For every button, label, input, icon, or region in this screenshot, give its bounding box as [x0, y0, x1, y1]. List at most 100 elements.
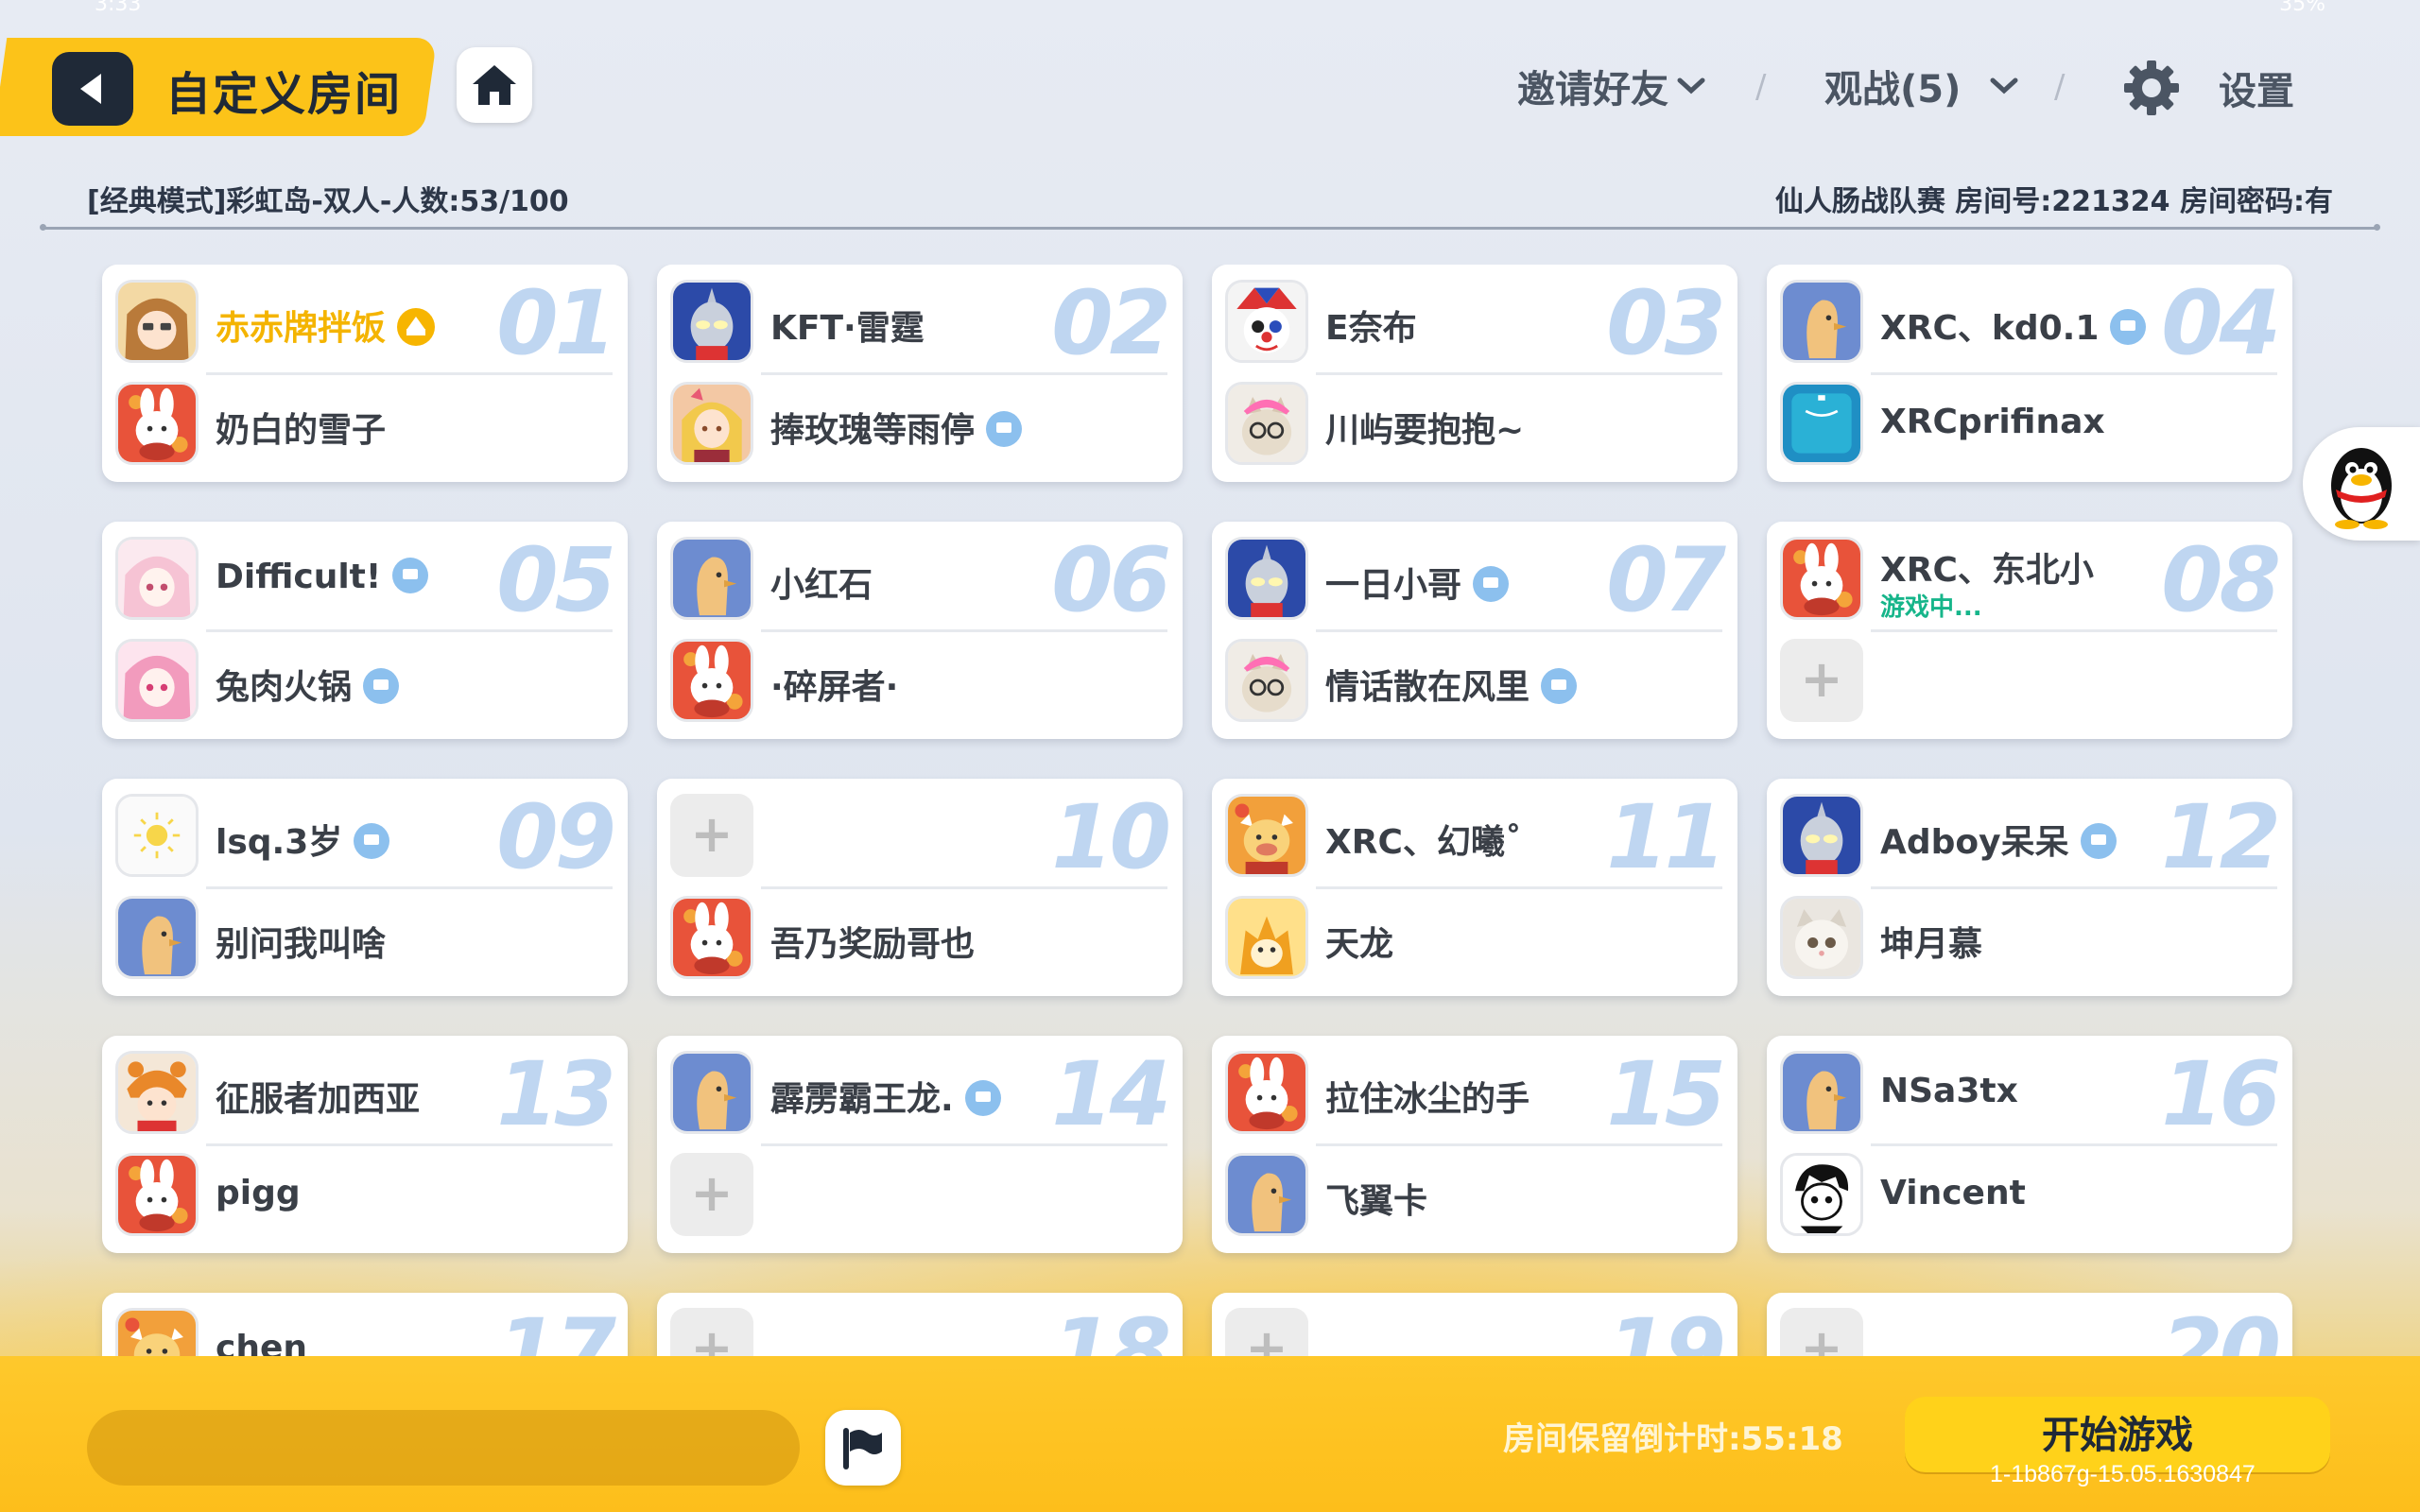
settings-button[interactable]: 设置: [2122, 59, 2294, 117]
player-slot[interactable]: Adboy呆呆: [1780, 790, 2279, 881]
egg-avatar[interactable]: [115, 896, 199, 979]
bw-cartoon-avatar[interactable]: [1780, 1153, 1863, 1236]
player-name: 拉住冰尘的手: [1325, 1072, 1530, 1121]
card-divider: [1871, 886, 2277, 889]
empty-player-slot[interactable]: +: [670, 790, 1169, 881]
ox-avatar[interactable]: [1225, 794, 1308, 877]
team-card: 05 Difficult! 兔肉火锅: [102, 522, 628, 739]
add-player-icon[interactable]: +: [670, 1153, 753, 1236]
bunny-avatar[interactable]: [115, 382, 199, 465]
bunny-avatar[interactable]: [670, 896, 753, 979]
add-player-icon[interactable]: +: [1780, 639, 1863, 722]
egg-avatar[interactable]: [670, 537, 753, 620]
egg-avatar[interactable]: [670, 1051, 753, 1134]
team-card: 18++: [657, 1293, 1183, 1356]
invite-friends-dropdown[interactable]: 邀请好友: [1517, 59, 1706, 113]
brown-hair-avatar[interactable]: [115, 280, 199, 363]
empty-player-slot[interactable]: +: [1780, 635, 2279, 726]
chat-input[interactable]: [87, 1410, 800, 1486]
player-name: 吾乃奖励哥也: [770, 917, 975, 966]
player-slot[interactable]: 吾乃奖励哥也: [670, 892, 1169, 983]
player-slot[interactable]: NSa3tx: [1780, 1047, 2279, 1138]
cat-glasses-avatar[interactable]: [1225, 639, 1308, 722]
cat-glasses-avatar[interactable]: [1225, 382, 1308, 465]
player-slot[interactable]: 天龙: [1225, 892, 1724, 983]
add-player-icon[interactable]: +: [1225, 1308, 1308, 1356]
team-card: 04 XRC、kd0.1 XRCprifinax: [1767, 265, 2292, 482]
add-player-icon[interactable]: +: [670, 1308, 753, 1356]
card-divider: [1871, 629, 2277, 632]
crown-icon: [397, 308, 436, 346]
bunny-avatar[interactable]: [1225, 1051, 1308, 1134]
sun-avatar[interactable]: [115, 794, 199, 877]
player-name-text: Difficult!: [216, 558, 382, 596]
player-slot[interactable]: XRC、东北小 游戏中...: [1780, 533, 2279, 624]
player-slot[interactable]: 捧玫瑰等雨停: [670, 378, 1169, 469]
player-slot[interactable]: E奈布: [1225, 276, 1724, 367]
player-slot[interactable]: chen: [115, 1304, 614, 1356]
player-slot[interactable]: 川屿要抱抱~: [1225, 378, 1724, 469]
home-button[interactable]: [457, 47, 532, 123]
player-name: ·碎屏者·: [770, 660, 898, 709]
team-card: 09 lsq.3岁 别问我叫啥: [102, 779, 628, 996]
player-slot[interactable]: 坤月慕: [1780, 892, 2279, 983]
card-divider: [1316, 1143, 1722, 1146]
tiger-kid-avatar[interactable]: [115, 1051, 199, 1134]
ultraman-avatar[interactable]: [1225, 537, 1308, 620]
egg-avatar[interactable]: [1780, 280, 1863, 363]
bunny-avatar[interactable]: [115, 1153, 199, 1236]
player-slot[interactable]: 拉住冰尘的手: [1225, 1047, 1724, 1138]
player-slot[interactable]: 一日小哥: [1225, 533, 1724, 624]
player-name-text: 别问我叫啥: [216, 925, 387, 964]
egg-avatar[interactable]: [1225, 1153, 1308, 1236]
ultraman-avatar[interactable]: [1780, 794, 1863, 877]
player-slot[interactable]: 情话散在风里: [1225, 635, 1724, 726]
team-card: 12 Adboy呆呆 坤月慕: [1767, 779, 2292, 996]
player-slot[interactable]: 霹雳霸王龙.: [670, 1047, 1169, 1138]
white-cat-avatar[interactable]: [1780, 896, 1863, 979]
egg-avatar[interactable]: [1780, 1051, 1863, 1134]
teal-avatar[interactable]: [1780, 382, 1863, 465]
flag-button[interactable]: [825, 1410, 901, 1486]
anime-girl-avatar[interactable]: [115, 537, 199, 620]
bunny-avatar[interactable]: [1780, 537, 1863, 620]
ox-avatar[interactable]: [115, 1308, 199, 1356]
empty-player-slot[interactable]: +: [670, 1149, 1169, 1240]
player-slot[interactable]: XRC、幻曦˚: [1225, 790, 1724, 881]
empty-player-slot[interactable]: +: [670, 1304, 1169, 1356]
empty-player-slot[interactable]: +: [1225, 1304, 1724, 1356]
player-name-text: Adboy呆呆: [1880, 823, 2069, 862]
player-slot[interactable]: 征服者加西亚: [115, 1047, 614, 1138]
ultraman-avatar[interactable]: [670, 280, 753, 363]
player-slot[interactable]: Difficult!: [115, 533, 614, 624]
bunny-avatar[interactable]: [670, 639, 753, 722]
player-name-text: 征服者加西亚: [216, 1080, 421, 1119]
back-button[interactable]: [52, 52, 133, 126]
player-slot[interactable]: ·碎屏者·: [670, 635, 1169, 726]
yellow-girl-avatar[interactable]: [670, 382, 753, 465]
team-card: 20++: [1767, 1293, 2292, 1356]
add-player-icon[interactable]: +: [670, 794, 753, 877]
player-slot[interactable]: 兔肉火锅: [115, 635, 614, 726]
player-slot[interactable]: lsq.3岁: [115, 790, 614, 881]
fox-avatar[interactable]: [1225, 896, 1308, 979]
qq-side-tab[interactable]: [2303, 427, 2420, 541]
clown-avatar[interactable]: [1225, 280, 1308, 363]
player-name: 征服者加西亚: [216, 1072, 420, 1121]
player-slot[interactable]: Vincent: [1780, 1149, 2279, 1240]
add-player-icon[interactable]: +: [1780, 1308, 1863, 1356]
empty-player-slot[interactable]: +: [1780, 1304, 2279, 1356]
player-slot[interactable]: 赤赤牌拌饭: [115, 276, 614, 367]
player-slot[interactable]: KFT·雷霆: [670, 276, 1169, 367]
spectate-dropdown[interactable]: 观战(5): [1824, 59, 2019, 113]
player-slot[interactable]: XRCprifinax: [1780, 378, 2279, 469]
player-slot[interactable]: 飞翼卡: [1225, 1149, 1724, 1240]
player-slot[interactable]: 别问我叫啥: [115, 892, 614, 983]
player-slot[interactable]: XRC、kd0.1: [1780, 276, 2279, 367]
player-slot[interactable]: 小红石: [670, 533, 1169, 624]
player-slot[interactable]: 奶白的雪子: [115, 378, 614, 469]
pink-girl-avatar[interactable]: [115, 639, 199, 722]
team-card: 16 NSa3tx Vincent: [1767, 1036, 2292, 1253]
device-badge-icon: [1473, 566, 1510, 602]
player-slot[interactable]: pigg: [115, 1149, 614, 1240]
